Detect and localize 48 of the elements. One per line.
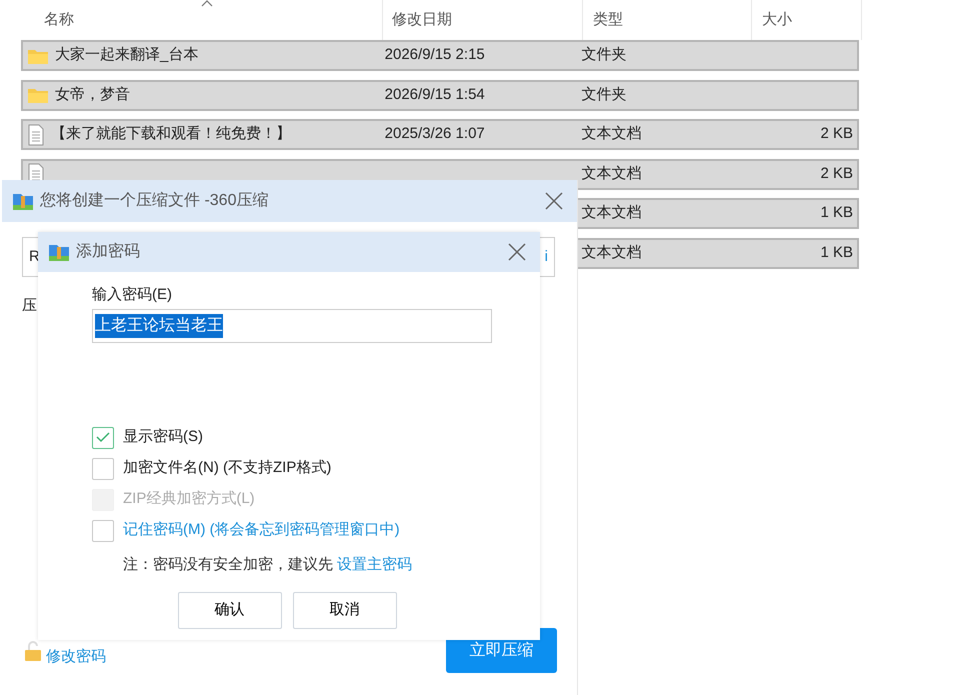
file-name: 大家一起来翻译_台本 bbox=[55, 45, 198, 66]
archive-icon bbox=[12, 191, 34, 211]
modified-date: 2026/9/15 2:15 bbox=[384, 45, 486, 66]
checkbox[interactable] bbox=[92, 458, 114, 480]
password-field[interactable]: 上老王论坛当老王 bbox=[92, 308, 492, 342]
dialog-button[interactable]: 取消 bbox=[292, 592, 396, 629]
archive-icon bbox=[48, 242, 70, 262]
checkbox[interactable] bbox=[92, 520, 114, 542]
file-type: 文本文档 bbox=[580, 242, 643, 263]
file-type: 文件夹 bbox=[580, 45, 628, 66]
file-name: 女帝，梦音 bbox=[55, 84, 130, 105]
document-icon bbox=[27, 124, 45, 146]
file-row[interactable]: 【来了就能下载和观看！纯免费！】 2025/3/26 1:07 文本文档 2 KB bbox=[21, 119, 859, 150]
file-type: 文本文档 bbox=[580, 124, 643, 144]
file-size: 2 KB bbox=[819, 124, 854, 144]
field-label: 压 bbox=[22, 296, 37, 316]
checkbox-label: ZIP经典加密方式(L) bbox=[123, 489, 255, 510]
field-label: 输入密码(E) bbox=[92, 285, 173, 305]
lock-icon bbox=[24, 640, 42, 662]
check-icon bbox=[96, 432, 110, 443]
modified-date: 2026/9/15 1:54 bbox=[384, 84, 486, 105]
file-type: 文本文档 bbox=[580, 203, 643, 224]
close-button[interactable] bbox=[506, 241, 528, 263]
sort-caret-icon bbox=[201, 0, 213, 7]
dialog-button[interactable]: 确认 bbox=[178, 592, 282, 629]
set-master-password-link[interactable]: 设置主密码 bbox=[337, 554, 412, 576]
file-type: 文件夹 bbox=[580, 84, 628, 105]
close-button[interactable] bbox=[543, 190, 565, 212]
change-password-link[interactable]: 修改密码 bbox=[46, 646, 106, 669]
dialog-title: 添加密码 bbox=[76, 242, 140, 262]
modified-date: 2025/3/26 1:07 bbox=[384, 124, 486, 144]
file-row[interactable]: 大家一起来翻译_台本 2026/9/15 2:15 文件夹 bbox=[21, 40, 859, 71]
note-text: 注：密码没有安全加密，建议先 bbox=[123, 554, 333, 574]
file-row[interactable]: 女帝，梦音 2026/9/15 1:54 文件夹 bbox=[21, 80, 859, 110]
file-size: 2 KB bbox=[819, 164, 854, 184]
checkbox-label[interactable]: 加密文件名(N) (不支持ZIP格式) bbox=[123, 457, 332, 480]
checkbox[interactable] bbox=[92, 426, 114, 448]
close-icon bbox=[543, 190, 565, 212]
checkbox-label[interactable]: 记住密码(M) (将会备忘到密码管理窗口中) bbox=[123, 519, 400, 542]
folder-icon bbox=[27, 86, 49, 104]
file-type: 文本文档 bbox=[580, 164, 643, 184]
window-title: 您将创建一个压缩文件 -360压缩 bbox=[40, 190, 268, 211]
file-size: 1 KB bbox=[819, 242, 854, 263]
browse-link[interactable]: i bbox=[544, 246, 548, 268]
checkbox-label[interactable]: 显示密码(S) bbox=[123, 426, 203, 449]
file-size: 1 KB bbox=[819, 203, 854, 224]
close-icon bbox=[506, 241, 528, 263]
file-name: 【来了就能下载和观看！纯免费！】 bbox=[51, 124, 291, 144]
